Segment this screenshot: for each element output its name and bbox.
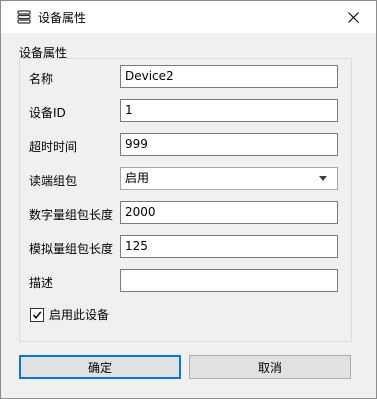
name-input[interactable]: Device2 — [120, 65, 338, 88]
window-title: 设备属性 — [38, 11, 87, 25]
checkmark-icon — [32, 310, 42, 319]
read-packing-value: 启用 — [125, 171, 150, 185]
timeout-input[interactable]: 999 — [120, 133, 338, 156]
enable-device-label: 启用此设备 — [49, 308, 110, 322]
description-label: 描述 — [29, 276, 54, 290]
cancel-button[interactable]: 取消 — [189, 355, 351, 379]
close-icon — [347, 11, 359, 23]
digital-packing-length-label: 数字量组包长度 — [29, 208, 114, 222]
analog-packing-length-input[interactable]: 125 — [120, 235, 338, 258]
device-id-label: 设备ID — [29, 106, 66, 120]
description-input[interactable] — [120, 269, 338, 292]
name-label: 名称 — [29, 72, 54, 86]
read-packing-select[interactable]: 启用 — [120, 167, 338, 190]
title-bar: 设备属性 — [1, 1, 376, 33]
device-id-input[interactable]: 1 — [120, 99, 338, 122]
device-list-icon — [17, 10, 31, 24]
ok-button[interactable]: 确定 — [19, 355, 181, 379]
enable-device-checkbox[interactable] — [30, 307, 44, 322]
read-packing-label: 读端组包 — [29, 174, 78, 188]
chevron-down-icon — [319, 176, 327, 181]
close-button[interactable] — [330, 1, 376, 33]
device-properties-dialog: 设备属性 设备属性 名称 Device2 设备ID 1 超时时间 999 读端组… — [0, 0, 377, 399]
timeout-label: 超时时间 — [29, 140, 78, 154]
analog-packing-length-label: 模拟量组包长度 — [29, 242, 114, 256]
enable-device-option[interactable]: 启用此设备 — [30, 306, 109, 323]
digital-packing-length-input[interactable]: 2000 — [120, 201, 338, 224]
